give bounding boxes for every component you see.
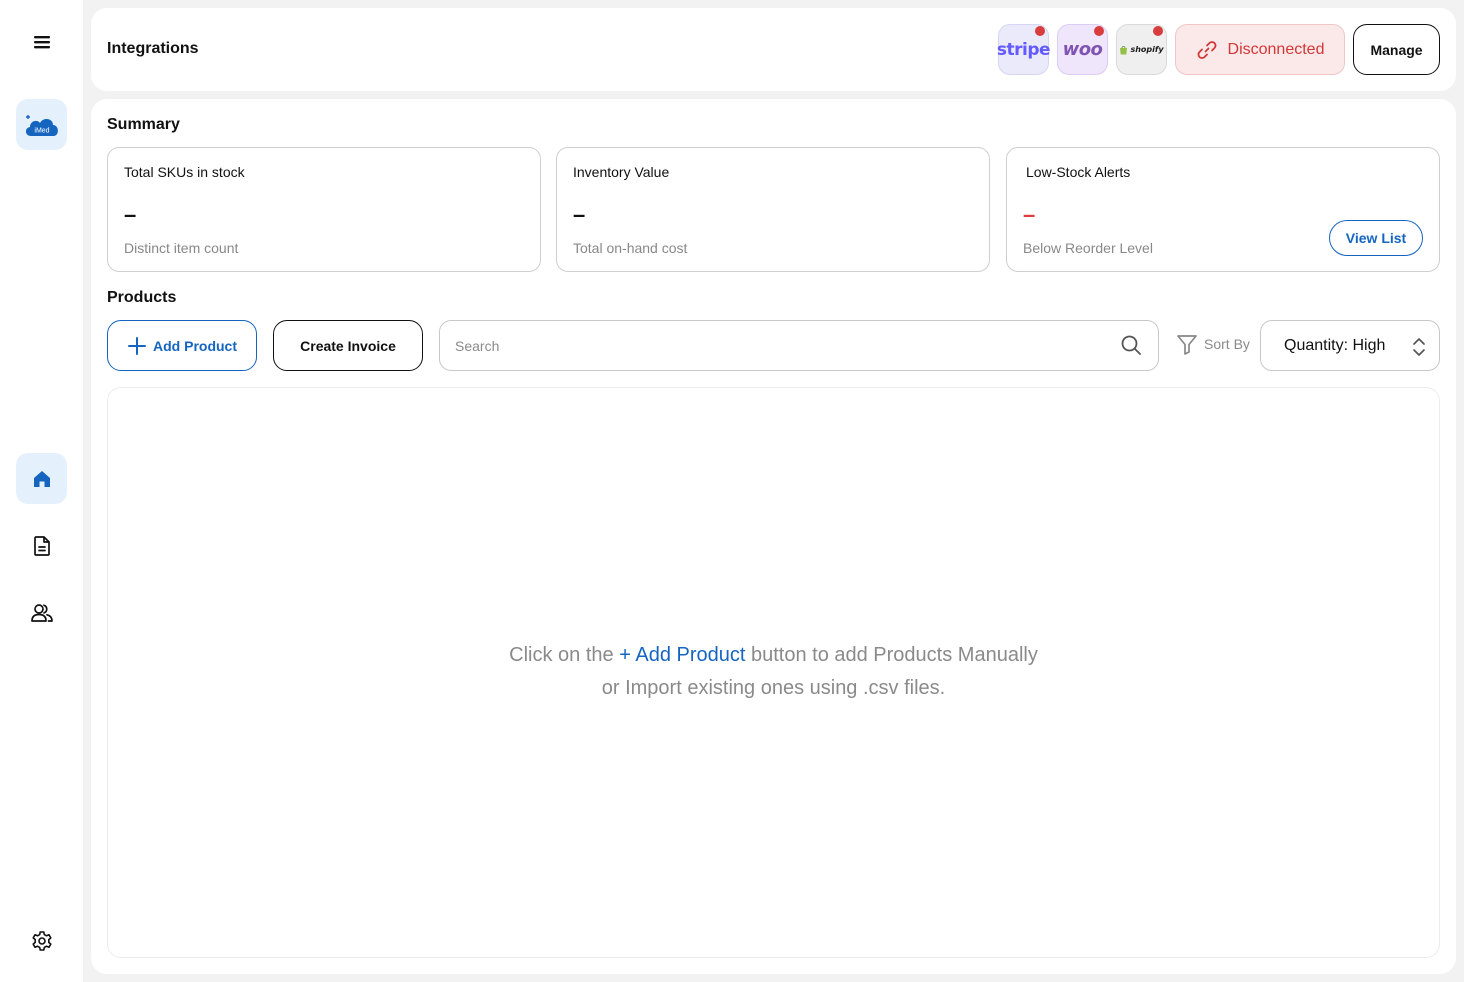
app-logo[interactable]: iMed <box>16 99 67 150</box>
stat-label: Low-Stock Alerts <box>1026 164 1131 180</box>
sort-select-value: Quantity: High <box>1284 336 1386 354</box>
sidebar: iMed <box>0 0 83 982</box>
stat-subtitle: Below Reorder Level <box>1023 240 1153 256</box>
products-title: Products <box>107 289 177 306</box>
stat-card-inventory-value: Inventory Value – Total on-hand cost <box>556 147 990 272</box>
stat-card-low-stock: Low-Stock Alerts – Below Reorder Level V… <box>1006 147 1440 272</box>
status-dot <box>1094 26 1104 36</box>
status-dot <box>1153 26 1163 36</box>
logo-text: iMed <box>34 127 49 134</box>
stripe-logo: stripe <box>996 39 1051 60</box>
add-product-button[interactable]: Add Product <box>107 320 257 371</box>
plus-icon <box>128 336 146 355</box>
woo-logo: woo <box>1062 39 1103 60</box>
nav-documents[interactable] <box>16 520 67 571</box>
users-icon <box>30 603 53 622</box>
nav-home[interactable] <box>16 453 67 504</box>
cloud-logo-icon: iMed <box>25 114 58 136</box>
view-list-button[interactable]: View List <box>1329 220 1423 256</box>
sort-by-label: Sort By <box>1204 336 1250 352</box>
manage-button[interactable]: Manage <box>1353 24 1440 75</box>
stat-subtitle: Distinct item count <box>124 240 239 256</box>
connection-status-button[interactable]: Disconnected <box>1175 24 1345 75</box>
hamburger-menu-button[interactable] <box>16 16 67 67</box>
empty-add-product-link[interactable]: + Add Product <box>619 644 745 666</box>
shopify-bag-icon <box>1120 45 1128 54</box>
page-title: Integrations <box>107 40 199 57</box>
broken-link-icon <box>1197 40 1216 59</box>
main-panel: Summary Total SKUs in stock – Distinct i… <box>91 99 1456 974</box>
filter-icon <box>1177 335 1197 355</box>
shopify-integration-button[interactable]: shopify <box>1116 24 1167 75</box>
hamburger-menu-icon <box>33 35 50 48</box>
search-box <box>439 320 1159 371</box>
empty-message-line-2: or Import existing ones using .csv files… <box>601 677 946 699</box>
stripe-integration-button[interactable]: stripe <box>996 24 1051 75</box>
sort-select[interactable]: Quantity: High <box>1260 320 1440 371</box>
products-empty-state: Click on the + Add Product button to add… <box>107 387 1440 958</box>
integrations-header: Integrations stripe woo shopify Disconne… <box>91 8 1456 91</box>
connection-status-label: Disconnected <box>1227 40 1325 58</box>
stat-label: Inventory Value <box>573 164 670 180</box>
stat-subtitle: Total on-hand cost <box>573 240 688 256</box>
search-icon[interactable] <box>1120 334 1142 356</box>
document-icon <box>33 535 50 556</box>
stat-label: Total SKUs in stock <box>124 164 245 180</box>
create-invoice-button[interactable]: Create Invoice <box>273 320 423 371</box>
empty-message-line-1: Click on the + Add Product button to add… <box>509 644 1038 666</box>
search-input[interactable] <box>455 321 1105 370</box>
stat-value: – <box>573 202 586 227</box>
woo-integration-button[interactable]: woo <box>1057 24 1108 75</box>
nav-users[interactable] <box>16 587 67 638</box>
chevron-up-down-icon <box>1413 338 1425 356</box>
shopify-logo: shopify <box>1119 45 1164 55</box>
stat-card-total-skus: Total SKUs in stock – Distinct item coun… <box>107 147 541 272</box>
stat-value: – <box>1023 202 1036 227</box>
nav-settings[interactable] <box>16 915 67 966</box>
home-icon <box>33 470 50 487</box>
add-product-label: Add Product <box>153 337 237 354</box>
sort-by-control[interactable]: Sort By <box>1176 333 1250 355</box>
gear-icon <box>31 930 52 951</box>
stat-value: – <box>124 202 137 227</box>
summary-title: Summary <box>107 116 180 133</box>
status-dot <box>1035 26 1045 36</box>
